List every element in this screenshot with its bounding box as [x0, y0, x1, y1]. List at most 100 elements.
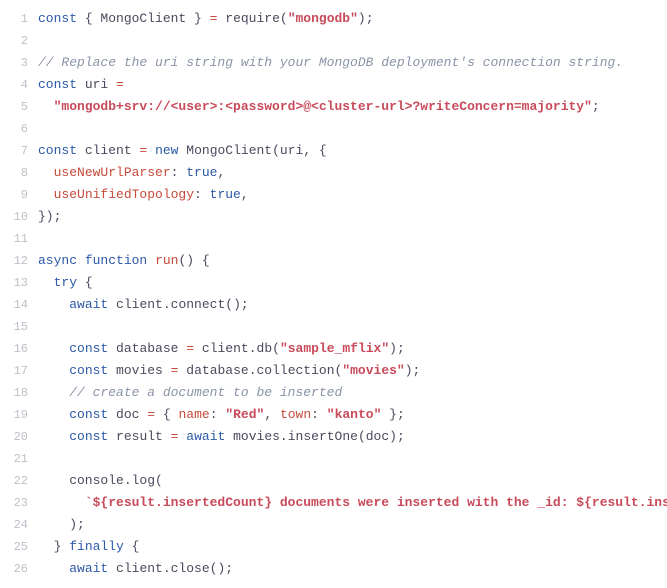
line-number: 18	[0, 382, 28, 404]
token-punc	[38, 385, 69, 400]
code-line: const { MongoClient } = require("mongodb…	[38, 8, 667, 30]
token-punc	[38, 561, 69, 576]
token-red: useUnifiedTopology	[54, 187, 194, 202]
token-cmt: // Replace the uri string with your Mong…	[38, 55, 623, 70]
token-kw: function	[85, 253, 147, 268]
line-number-gutter: 1234567891011121314151617181920212223242…	[0, 8, 38, 580]
code-line	[38, 228, 667, 250]
token-punc: ,	[264, 407, 280, 422]
token-kw: try	[54, 275, 77, 290]
token-id: uri	[85, 77, 108, 92]
token-fn: collection	[257, 363, 335, 378]
line-number: 5	[0, 96, 28, 118]
token-str: "mongodb+srv://<user>:<password>@<cluste…	[54, 99, 592, 114]
code-line: const result = await movies.insertOne(do…	[38, 426, 667, 448]
token-punc: {	[77, 275, 93, 290]
token-punc	[77, 143, 85, 158]
token-punc: console.	[38, 473, 132, 488]
code-line: `${result.insertedCount} documents were …	[38, 492, 667, 514]
token-kw: const	[38, 77, 77, 92]
token-id: result	[116, 429, 163, 444]
token-punc	[38, 429, 69, 444]
token-punc: ,	[217, 165, 225, 180]
token-punc: (doc);	[358, 429, 405, 444]
token-kw: await	[69, 297, 108, 312]
token-punc: client.	[194, 341, 256, 356]
code-line	[38, 316, 667, 338]
token-str: "sample_mflix"	[280, 341, 389, 356]
token-id: movies	[116, 363, 163, 378]
token-kw: const	[38, 11, 77, 26]
token-punc	[38, 341, 69, 356]
token-str: `${result.insertedCount} documents were …	[85, 495, 667, 510]
token-punc	[108, 77, 116, 92]
token-kw: const	[38, 143, 77, 158]
token-punc: );	[389, 341, 405, 356]
token-punc	[38, 99, 54, 114]
code-line: const database = client.db("sample_mflix…	[38, 338, 667, 360]
code-line: await client.close();	[38, 558, 667, 580]
token-cmt: // create a document to be inserted	[69, 385, 342, 400]
token-bool: true	[210, 187, 241, 202]
token-red: run	[155, 253, 178, 268]
token-str: "Red"	[225, 407, 264, 422]
line-number: 22	[0, 470, 28, 492]
code-block: 1234567891011121314151617181920212223242…	[0, 0, 667, 588]
code-line	[38, 30, 667, 52]
line-number: 16	[0, 338, 28, 360]
line-number: 23	[0, 492, 28, 514]
token-red: name	[178, 407, 209, 422]
line-number: 6	[0, 118, 28, 140]
token-punc	[38, 495, 85, 510]
token-kw: await	[69, 561, 108, 576]
code-line: const doc = { name: "Red", town: "kanto"…	[38, 404, 667, 426]
token-punc	[77, 77, 85, 92]
line-number: 13	[0, 272, 28, 294]
token-kw: const	[69, 341, 108, 356]
token-fn: db	[257, 341, 273, 356]
token-punc: );	[405, 363, 421, 378]
token-punc: database.	[178, 363, 256, 378]
token-id: MongoClient	[100, 11, 186, 26]
token-kw: const	[69, 363, 108, 378]
token-punc	[38, 275, 54, 290]
token-punc: ();	[225, 297, 248, 312]
token-punc: (	[155, 473, 163, 488]
code-lines: const { MongoClient } = require("mongodb…	[38, 8, 667, 580]
token-punc: );	[38, 517, 85, 532]
token-punc: ,	[241, 187, 249, 202]
token-punc	[147, 143, 155, 158]
token-red: useNewUrlParser	[54, 165, 171, 180]
line-number: 12	[0, 250, 28, 272]
code-line: async function run() {	[38, 250, 667, 272]
token-kw: await	[186, 429, 225, 444]
code-line	[38, 448, 667, 470]
token-punc: (uri, {	[272, 143, 327, 158]
token-str: "movies"	[342, 363, 404, 378]
line-number: 24	[0, 514, 28, 536]
token-punc	[163, 363, 171, 378]
token-punc: (	[272, 341, 280, 356]
code-line: // create a document to be inserted	[38, 382, 667, 404]
token-punc	[108, 363, 116, 378]
token-punc	[147, 253, 155, 268]
line-number: 17	[0, 360, 28, 382]
token-kw: new	[155, 143, 178, 158]
token-punc	[108, 341, 116, 356]
token-id: database	[116, 341, 178, 356]
token-punc	[38, 165, 54, 180]
token-punc	[38, 363, 69, 378]
line-number: 15	[0, 316, 28, 338]
token-punc	[108, 429, 116, 444]
token-kw: async	[38, 253, 77, 268]
token-punc: {	[155, 407, 178, 422]
token-fn: close	[171, 561, 210, 576]
token-red: town	[280, 407, 311, 422]
token-kw: const	[69, 429, 108, 444]
line-number: 20	[0, 426, 28, 448]
token-punc: {	[77, 11, 100, 26]
token-punc: (	[280, 11, 288, 26]
line-number: 10	[0, 206, 28, 228]
line-number: 14	[0, 294, 28, 316]
code-line	[38, 118, 667, 140]
